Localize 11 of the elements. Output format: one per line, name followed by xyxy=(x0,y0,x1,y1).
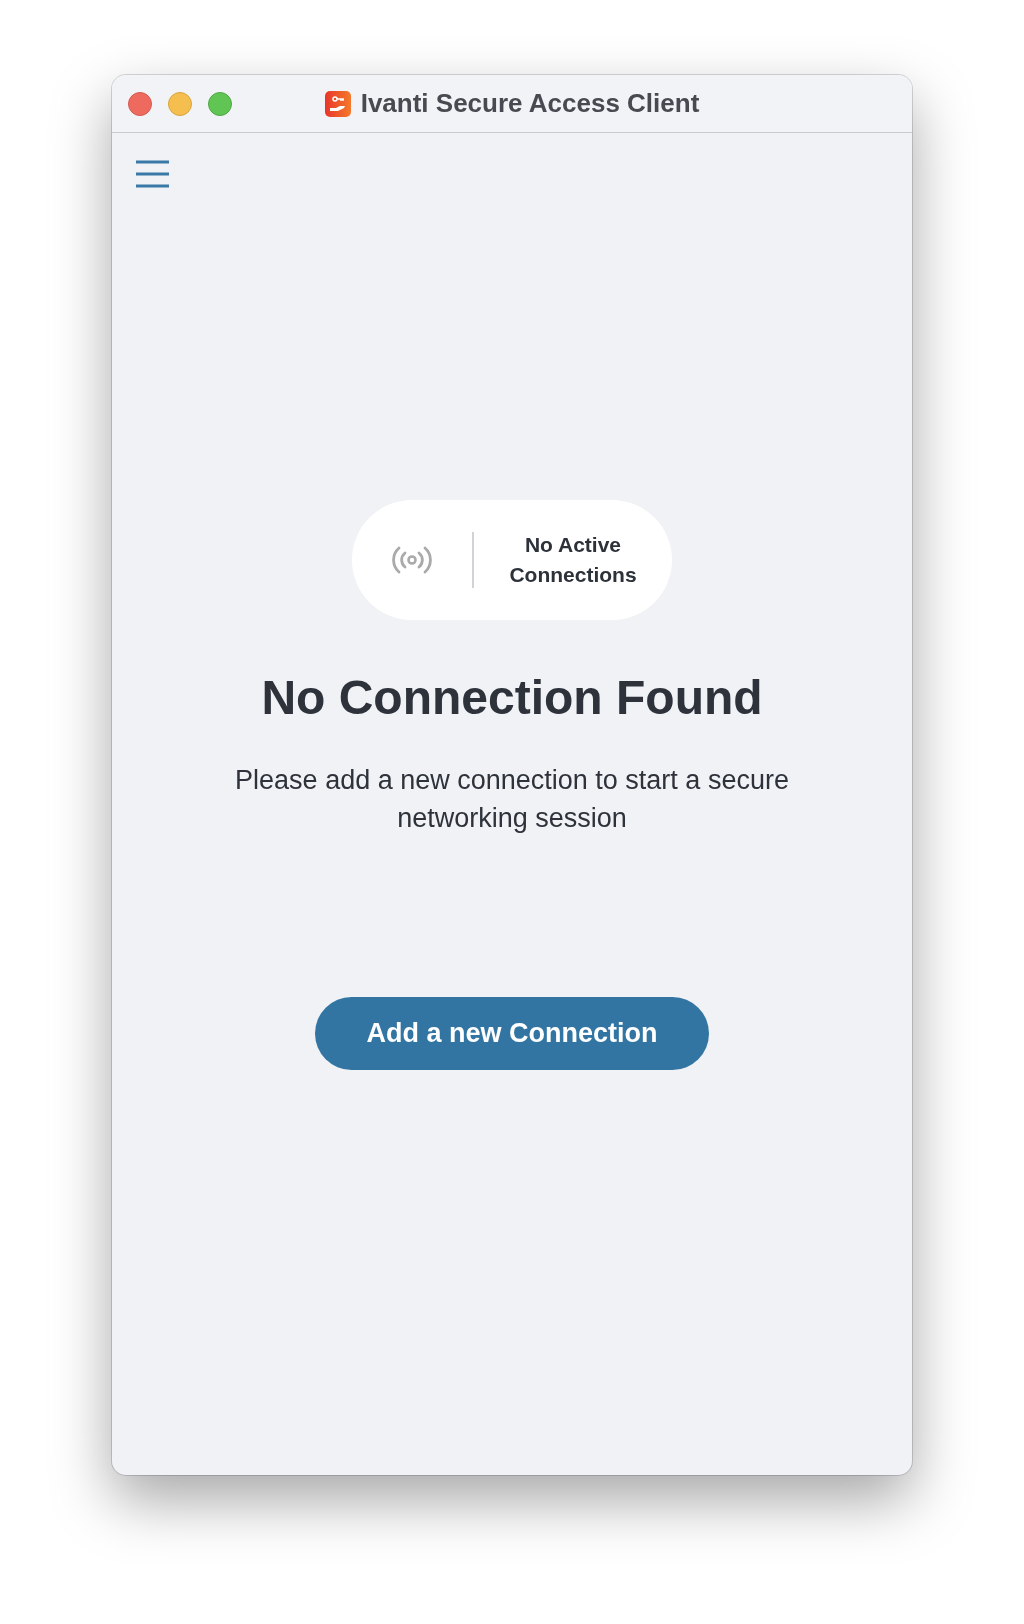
status-label: No Active Connections xyxy=(508,532,638,588)
broadcast-icon xyxy=(392,546,432,574)
window-title: Ivanti Secure Access Client xyxy=(360,88,700,119)
message-text: Please add a new connection to start a secure networking session xyxy=(234,764,790,835)
add-connection-button[interactable]: Add a new Connection xyxy=(315,997,709,1070)
minimize-button[interactable] xyxy=(168,91,192,116)
zoom-button[interactable] xyxy=(208,91,232,116)
heading: No Connection Found xyxy=(261,670,763,725)
app-logo-icon xyxy=(324,90,351,117)
menu-icon[interactable] xyxy=(136,159,169,189)
close-button[interactable] xyxy=(128,91,152,116)
